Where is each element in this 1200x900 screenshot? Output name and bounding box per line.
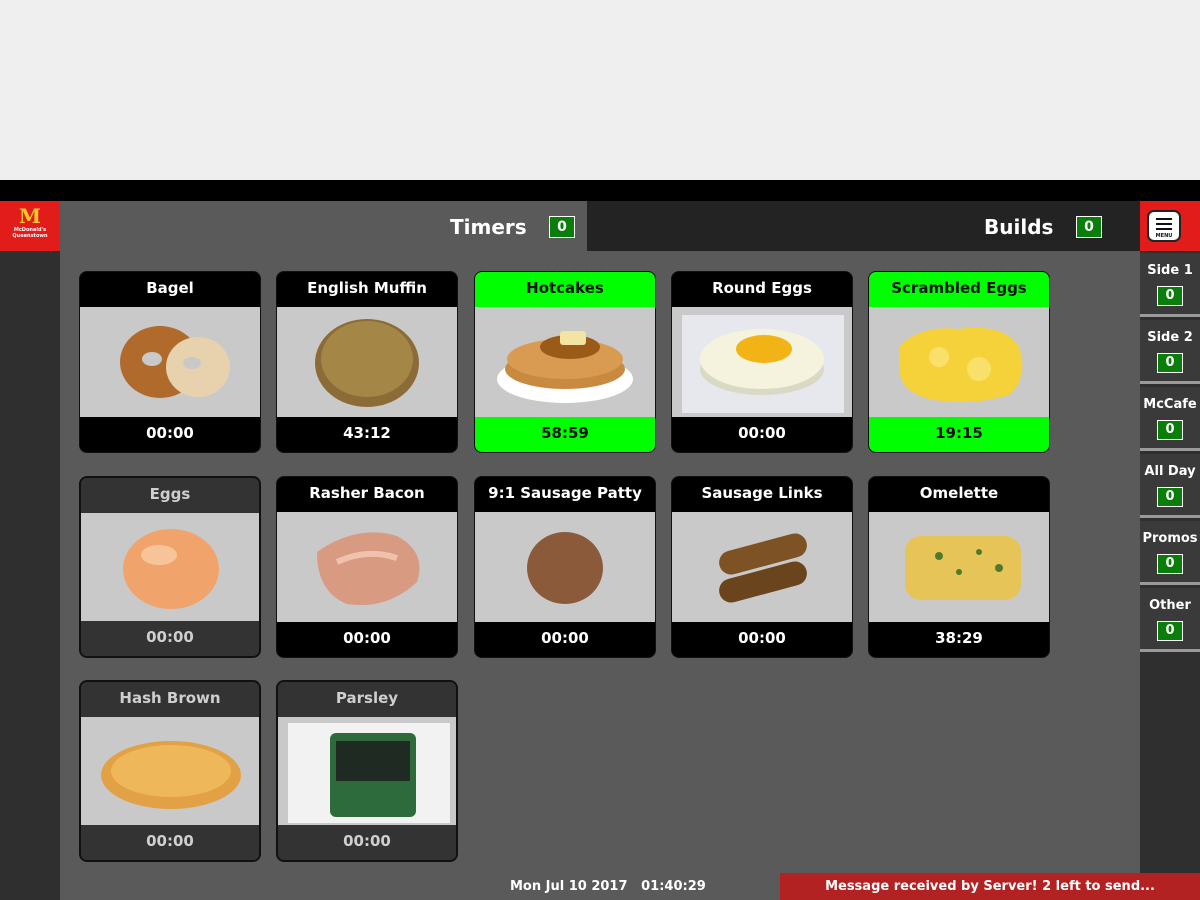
omelette-icon [869,512,1049,622]
english-muffin-icon [277,307,457,417]
side-item-label: Side 1 [1147,263,1193,278]
side-item-label: Other [1149,598,1191,613]
builds-count-badge: 0 [1076,216,1102,238]
side-item-side-1[interactable]: Side 1 0 [1140,253,1200,317]
tile-timer: 38:29 [935,629,983,647]
tile-omelette[interactable]: Omelette 38:29 [868,476,1050,658]
menu-label: MENU [1155,233,1173,239]
tile-title: Hotcakes [475,272,655,307]
side-item-label: McCafe [1143,397,1197,412]
tile-parsley[interactable]: Parsley 00:00 [276,680,458,862]
bacon-icon [277,512,457,622]
side-item-mccafe[interactable]: McCafe 0 [1140,387,1200,451]
tile-title: Scrambled Eggs [869,272,1049,307]
side-item-count: 0 [1157,554,1183,574]
tile-title: Bagel [146,279,194,297]
hamburger-icon [1156,218,1172,220]
tile-sausage-patty[interactable]: 9:1 Sausage Patty 00:00 [474,476,656,658]
hash-brown-icon [81,717,259,827]
tile-timer: 00:00 [278,825,456,860]
tile-hotcakes[interactable]: Hotcakes 58:59 [474,271,656,453]
tile-round-eggs[interactable]: Round Eggs 00:00 [671,271,853,453]
side-item-count: 0 [1157,420,1183,440]
side-item-label: Promos [1142,531,1198,546]
round-eggs-icon [672,307,852,417]
tile-timer: 00:00 [343,629,391,647]
tile-timer: 00:00 [738,629,786,647]
tab-timers[interactable]: Timers 0 [60,201,587,251]
tile-hash-brown[interactable]: Hash Brown 00:00 [79,680,261,862]
side-item-promos[interactable]: Promos 0 [1140,521,1200,585]
tile-timer: 00:00 [81,621,259,656]
side-item-count: 0 [1157,621,1183,641]
tile-timer: 00:00 [738,424,786,442]
tile-eggs[interactable]: Eggs 00:00 [79,476,261,658]
tile-timer: 19:15 [869,417,1049,452]
tile-timer: 58:59 [475,417,655,452]
tile-title: Eggs [81,478,259,513]
tile-english-muffin[interactable]: English Muffin 43:12 [276,271,458,453]
status-datetime: Mon Jul 10 2017 01:40:29 [510,879,706,894]
tile-title: Parsley [278,682,456,717]
side-item-all-day[interactable]: All Day 0 [1140,454,1200,518]
side-item-count: 0 [1157,286,1183,306]
bagel-icon [80,307,260,417]
tile-bagel[interactable]: Bagel 00:00 [79,271,261,453]
tile-sausage-links[interactable]: Sausage Links 00:00 [671,476,853,658]
status-time: 01:40:29 [641,879,706,894]
tile-title: Sausage Links [701,484,823,502]
tile-title: English Muffin [307,279,427,297]
side-item-other[interactable]: Other 0 [1140,588,1200,652]
tile-title: Round Eggs [712,279,812,297]
timers-count-badge: 0 [549,216,575,238]
server-message-bar: Message received by Server! 2 left to se… [780,873,1200,900]
side-item-count: 0 [1157,353,1183,373]
menu-button[interactable]: MENU [1147,210,1181,242]
tile-title: Hash Brown [81,682,259,717]
tile-timer: 00:00 [541,629,589,647]
golden-arches-icon: M [18,204,42,228]
tab-builds-label: Builds [984,215,1054,239]
tile-title: 9:1 Sausage Patty [488,484,642,502]
status-date: Mon Jul 10 2017 [510,879,628,894]
tile-rasher-bacon[interactable]: Rasher Bacon 00:00 [276,476,458,658]
side-item-label: Side 2 [1147,330,1193,345]
tab-builds[interactable]: Builds 0 [587,201,1140,251]
store-name: McDonald's Queenstown [12,227,48,239]
side-item-label: All Day [1144,464,1196,479]
mcdonalds-logo: M McDonald's Queenstown [0,201,60,251]
tile-timer: 43:12 [343,424,391,442]
tile-timer: 00:00 [146,424,194,442]
scrambled-eggs-icon [869,307,1049,417]
left-rail [0,201,60,900]
sausage-links-icon [672,512,852,622]
top-black-bar [0,180,1200,201]
egg-icon [81,513,259,623]
hotcakes-icon [475,307,655,417]
tile-title: Omelette [919,484,999,502]
tile-title: Rasher Bacon [309,484,425,502]
side-item-side-2[interactable]: Side 2 0 [1140,320,1200,384]
tile-timer: 00:00 [81,825,259,860]
parsley-icon [278,717,456,827]
sausage-patty-icon [475,512,655,622]
tile-scrambled-eggs[interactable]: Scrambled Eggs 19:15 [868,271,1050,453]
side-item-count: 0 [1157,487,1183,507]
tab-timers-label: Timers [450,215,527,239]
